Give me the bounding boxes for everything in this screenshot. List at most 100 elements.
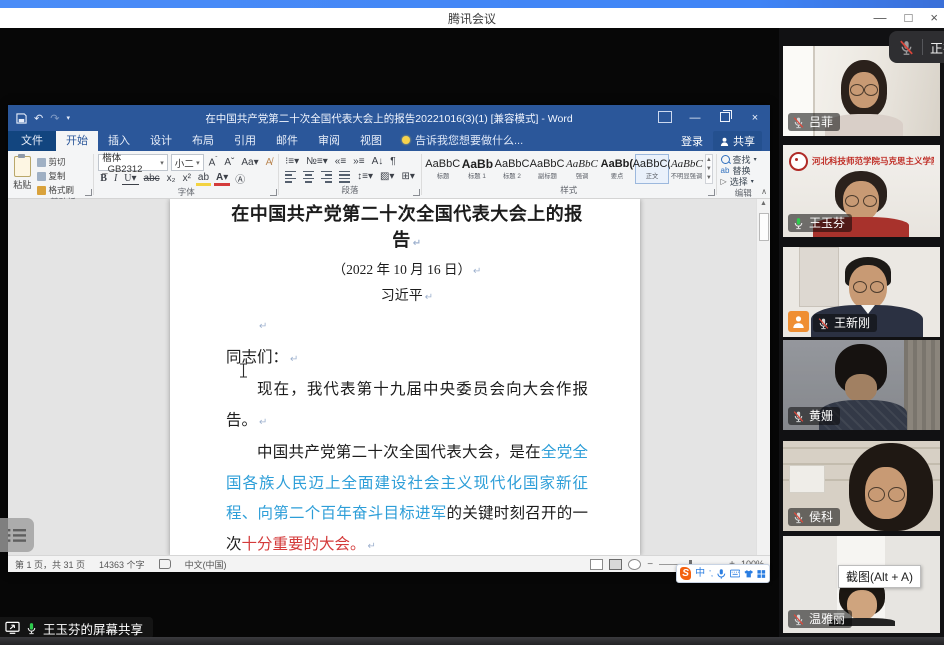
toolbox-grid-icon[interactable] [757,569,766,579]
meeting-sidebar-handle[interactable] [0,518,34,552]
maximize-button[interactable]: □ [905,8,913,28]
language-indicator[interactable]: 中文(中国) [178,558,234,571]
style-subtitle[interactable]: AaBbC副标题 [530,154,564,184]
show-marks-icon[interactable]: ¶ [388,156,397,167]
bold-icon[interactable]: B [98,173,109,184]
clipboard-dialog-launcher[interactable] [85,189,92,196]
minimize-button[interactable]: — [874,8,887,28]
paragraph-dialog-launcher[interactable] [413,189,420,196]
font-name-combobox[interactable]: 楷体_GB2312▾ [98,154,167,171]
qat-caret-icon[interactable]: ▾ [66,114,70,122]
skin-shirt-icon[interactable] [744,569,753,579]
style-heading2[interactable]: AaBbC标题 2 [495,154,529,184]
borders-icon[interactable]: ⊞▾ [399,171,416,182]
copy-button[interactable]: 复制 [37,170,90,182]
strikethrough-icon[interactable]: abc [142,173,162,184]
character-shading-icon[interactable]: Ⓐ [233,171,247,186]
sign-in-button[interactable]: 登录 [681,133,703,149]
redo-icon[interactable]: ↷ [50,112,59,125]
close-button[interactable]: × [930,8,938,28]
participant-tile-wangyufen[interactable]: 河北科技师范学院马克思主义学院 王玉芬 [783,145,940,237]
tab-mailings[interactable]: 邮件 [266,131,308,151]
tab-review[interactable]: 审阅 [308,131,350,151]
change-case-icon[interactable]: Aa▾ [239,157,260,168]
word-restore-button[interactable] [710,112,740,125]
numbering-icon[interactable]: №≡▾ [304,156,330,167]
font-color-icon[interactable]: A▾ [214,172,230,186]
style-title[interactable]: AaBbC标题 [426,154,460,184]
tab-references[interactable]: 引用 [224,131,266,151]
style-normal[interactable]: AaBbC(正文 [635,154,669,184]
read-mode-icon[interactable] [590,559,603,570]
italic-icon[interactable]: I [112,173,119,184]
line-spacing-icon[interactable]: ↕≡▾ [355,171,375,182]
underline-icon[interactable]: U▾ [122,173,138,185]
collapse-ribbon-icon[interactable]: ∧ [761,187,767,196]
sort-icon[interactable]: A↓ [370,156,386,167]
word-count[interactable]: 14363 个字 [92,558,152,571]
soft-keyboard-icon[interactable] [730,569,740,578]
punctuation-mode-icon[interactable]: ’, [709,565,713,582]
font-dialog-launcher[interactable] [270,189,277,196]
tab-view[interactable]: 视图 [350,131,392,151]
bullets-icon[interactable]: ⁝≡▾ [283,156,301,167]
scroll-up-icon[interactable]: ▲ [757,200,770,207]
mic-status-panel[interactable]: 正在 [889,31,944,63]
meeting-title: 腾讯会议 [448,10,496,27]
shrink-font-icon[interactable]: Aˇ [222,157,236,168]
tab-insert[interactable]: 插入 [98,131,140,151]
style-keypoint[interactable]: AaBb(要点 [600,154,634,184]
grow-font-icon[interactable]: Aˆ [207,157,220,168]
share-button[interactable]: 共享 [713,131,762,151]
save-icon[interactable] [16,113,27,124]
tab-layout[interactable]: 布局 [182,131,224,151]
cut-button[interactable]: 剪切 [37,156,90,168]
participant-tile-wangxingang[interactable]: 王新刚 [783,247,940,337]
text-highlight-icon[interactable]: ab [196,172,211,186]
font-size-combobox[interactable]: 小二▾ [171,154,204,171]
participant-tile-houke[interactable]: 侯科 [783,441,940,531]
styles-dialog-launcher[interactable] [708,189,715,196]
styles-gallery-scrollbar[interactable]: ▲▼▼ [705,154,713,184]
participant-name: 吕菲 [809,115,833,129]
increase-indent-icon[interactable]: »≡ [351,156,366,167]
word-close-button[interactable]: × [740,112,770,124]
align-left-icon[interactable] [283,171,298,183]
tab-home[interactable]: 开始 [56,131,98,151]
participant-name: 温雅丽 [809,612,845,626]
voice-input-icon[interactable] [717,568,726,580]
document-scrollbar[interactable]: ▲ [756,199,770,556]
participant-tile-huangshan[interactable]: 黄姗 [783,340,940,430]
tab-file[interactable]: 文件 [8,131,56,151]
align-right-icon[interactable] [319,171,334,183]
undo-icon[interactable]: ↶ [34,112,43,125]
tell-me-box[interactable]: 告诉我您想要做什么... [392,129,533,151]
tab-design[interactable]: 设计 [140,131,182,151]
sogou-logo-icon[interactable]: S [680,567,691,580]
align-center-icon[interactable] [301,171,316,183]
ime-mode-toggle[interactable]: 中 [695,565,705,582]
justify-icon[interactable] [337,171,352,183]
proofing-icon[interactable] [152,558,178,570]
superscript-icon[interactable]: x² [181,173,193,184]
style-emphasis[interactable]: AaBbC强调 [565,154,599,184]
word-window-controls: — × [650,105,770,131]
paste-button[interactable]: 粘贴 [12,154,33,197]
format-painter-button[interactable]: 格式刷 [37,184,90,196]
decrease-indent-icon[interactable]: «≡ [333,156,348,167]
subscript-icon[interactable]: x₂ [165,173,178,184]
shading-icon[interactable]: ▨▾ [378,171,396,182]
print-layout-icon[interactable] [609,559,622,570]
style-heading1[interactable]: AaBb标题 1 [461,154,494,184]
word-minimize-button[interactable]: — [680,112,710,124]
web-layout-icon[interactable] [628,559,641,570]
page-indicator[interactable]: 第 1 页，共 31 页 [8,558,92,571]
select-button[interactable]: ▷选择▾ [721,176,766,187]
ribbon-display-options-icon[interactable] [650,111,680,126]
clear-formatting-icon[interactable]: A̸ [264,157,275,168]
word-account-area: 登录 共享 [681,131,770,151]
style-subtle-emphasis[interactable]: AaBbC不明显强调 [670,154,704,184]
zoom-out-icon[interactable]: − [647,559,653,570]
screen-share-banner[interactable]: 王玉芬的屏幕共享 [0,617,153,639]
scrollbar-thumb[interactable] [759,213,769,241]
